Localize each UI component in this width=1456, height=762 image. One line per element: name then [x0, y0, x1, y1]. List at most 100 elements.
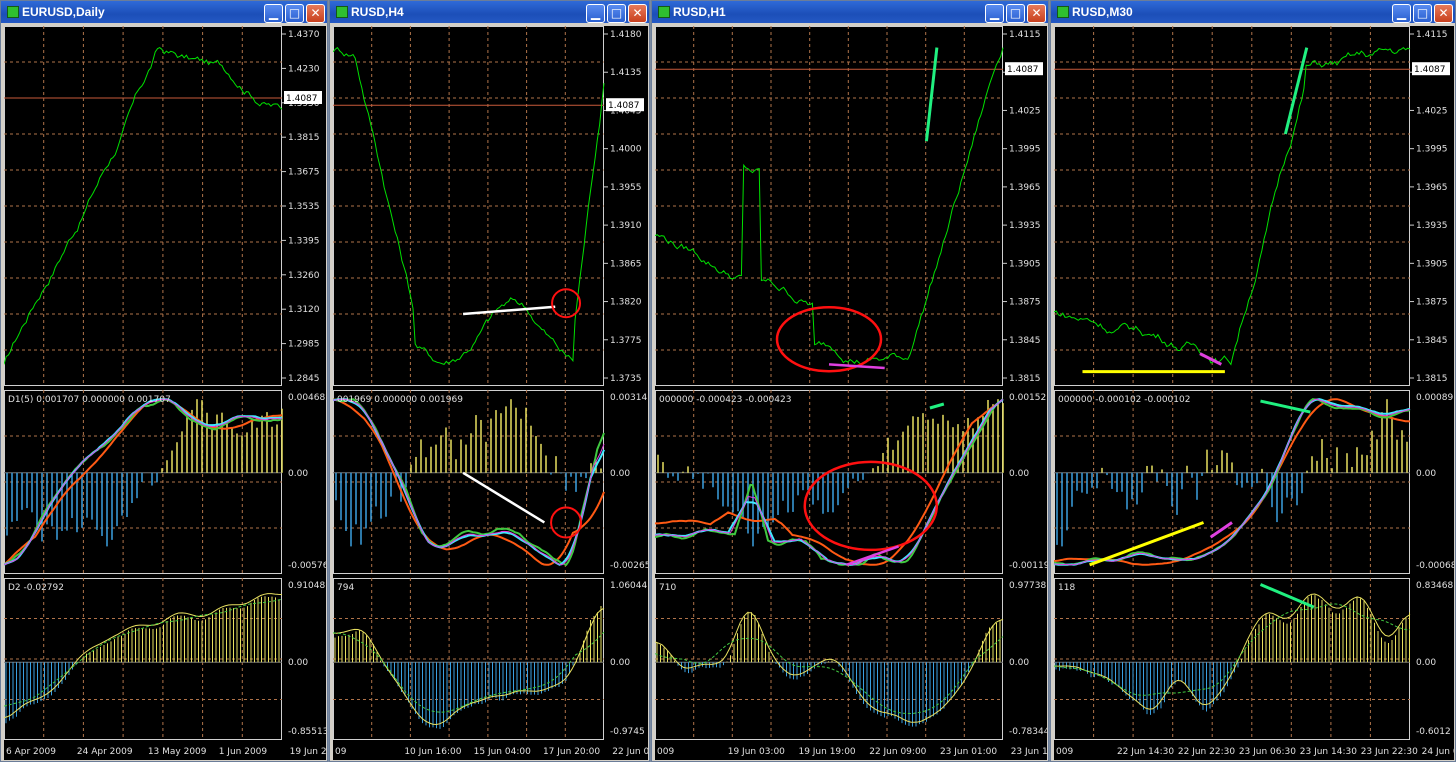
indicator-1-axis-label: 0.00: [1416, 469, 1436, 479]
price-axis-label: 1.3815: [288, 133, 320, 143]
minimize-button[interactable]: ▁: [985, 4, 1004, 23]
price-axis-label: 1.4115: [1009, 30, 1041, 40]
time-axis-label: 19 Jun 19:00: [798, 747, 855, 757]
price-axis-label: 1.3735: [610, 374, 642, 384]
current-price-label: 1.4087: [286, 94, 318, 104]
chart-window-3[interactable]: RUSD,H1▁□✕1.41151.40551.40251.39951.3965…: [651, 0, 1049, 762]
price-axis-label: 1.4230: [288, 64, 320, 74]
price-axis-label: 1.3775: [610, 336, 642, 346]
indicator-1-label: D1(5) 0.001707 0.000000 0.001707: [8, 395, 171, 405]
indicator-2-axis-label: -0.6012: [1416, 727, 1451, 737]
time-axis-label: 22 Jun 14:30: [1117, 747, 1174, 757]
indicator-2-axis-label: -0.9745: [610, 727, 645, 737]
maximize-button[interactable]: □: [285, 4, 304, 23]
indicator-1-axis-label: 0.00: [288, 469, 308, 479]
price-axis-label: 1.3865: [610, 259, 642, 269]
maximize-button[interactable]: □: [1006, 4, 1025, 23]
window-title: EURUSD,Daily: [22, 5, 105, 19]
indicator-2-axis-label: 0.97738: [1009, 581, 1046, 591]
close-button[interactable]: ✕: [1434, 4, 1453, 23]
price-axis-label: 1.3675: [288, 168, 320, 178]
time-axis-label: 23 Jun 06:30: [1239, 747, 1296, 757]
indicator-2-label: 794: [337, 583, 354, 593]
chart-window-4[interactable]: RUSD,M30▁□✕1.41151.40551.40251.39951.396…: [1050, 0, 1456, 762]
window-titlebar[interactable]: RUSD,H1 ▁ □ ✕: [652, 1, 1048, 23]
chart-area[interactable]: 1.41151.40551.40251.39951.39651.39351.39…: [1054, 26, 1454, 760]
price-axis-label: 1.3935: [1416, 221, 1448, 231]
time-axis-label: 23 Jun 17:00: [1011, 747, 1047, 757]
chart-background: [4, 26, 326, 760]
price-axis-label: 1.3535: [288, 202, 320, 212]
time-axis-label: 17 Jun 20:00: [543, 747, 600, 757]
current-price-label: 1.4087: [608, 101, 640, 111]
window-controls: ▁ □ ✕: [262, 2, 325, 23]
time-axis-label: 23 Jun 14:30: [1300, 747, 1357, 757]
price-axis-label: 1.2845: [288, 374, 320, 384]
price-axis-label: 1.3995: [1416, 145, 1448, 155]
price-axis-label: 1.2985: [288, 340, 320, 350]
window-title: RUSD,H4: [351, 5, 404, 19]
minimize-button[interactable]: ▁: [264, 4, 283, 23]
indicator-1-axis-label: 0.00: [1009, 469, 1029, 479]
indicator-2-axis-label: 1.06044: [610, 581, 647, 591]
current-price-label: 1.4087: [1007, 65, 1039, 75]
close-button[interactable]: ✕: [628, 4, 647, 23]
window-controls: ▁ □ ✕: [584, 2, 647, 23]
indicator-2-axis-label: 0.00: [1009, 658, 1029, 668]
chart-window-icon: [1057, 6, 1069, 18]
maximize-button[interactable]: □: [607, 4, 626, 23]
time-axis-label: 009: [657, 747, 674, 757]
price-axis-label: 1.3815: [1009, 374, 1041, 384]
window-titlebar[interactable]: EURUSD,Daily ▁ □ ✕: [1, 1, 327, 23]
indicator-2-label: D2 -0.02792: [8, 583, 64, 593]
price-axis-label: 1.3965: [1416, 183, 1448, 193]
window-controls: ▁ □ ✕: [983, 2, 1046, 23]
chart-area[interactable]: 1.41801.41351.40451.40001.39551.39101.38…: [333, 26, 648, 760]
price-axis-label: 1.3995: [1009, 145, 1041, 155]
price-axis-label: 1.4025: [1009, 106, 1041, 116]
indicator-1-axis-label: 0.00314: [610, 393, 647, 403]
indicator-2-axis-label: 0.83468: [1416, 581, 1453, 591]
minimize-button[interactable]: ▁: [1392, 4, 1411, 23]
indicator-1-label: 000000 -0.000423 -0.000423: [659, 395, 791, 405]
time-axis-label: 13 May 2009: [148, 747, 207, 757]
close-button[interactable]: ✕: [306, 4, 325, 23]
chart-window-2[interactable]: RUSD,H4 ▁ □ ✕ 1.4180 1.4135 1.4045 1.4000 1.3955…: [329, 0, 650, 762]
chart-window-1[interactable]: EURUSD,Daily▁□✕1.43701.42301.39501.38151…: [0, 0, 328, 762]
price-axis-label: 1.3260: [288, 271, 320, 281]
price-axis-label: 1.3955: [610, 183, 642, 193]
indicator-1-axis-label: -0.00068: [1416, 561, 1454, 571]
price-axis-label: 1.3935: [1009, 221, 1041, 231]
price-axis-label: 1.3815: [1416, 374, 1448, 384]
indicator-1-axis-label: -0.00576: [288, 561, 326, 571]
indicator-2-axis-label: 0.91048: [288, 581, 325, 591]
time-axis-label: 24 Jun 06:30: [1422, 747, 1454, 757]
indicator-2-axis-label: 0.00: [610, 658, 630, 668]
indicator-1-axis-label: 0.00468: [288, 393, 325, 403]
close-button[interactable]: ✕: [1027, 4, 1046, 23]
indicator-1-axis-label: 0.00152: [1009, 393, 1046, 403]
price-axis-label: 1.3905: [1009, 259, 1041, 269]
maximize-button[interactable]: □: [1413, 4, 1432, 23]
price-axis-label: 1.3910: [610, 221, 642, 231]
price-axis-label: 1.4000: [610, 145, 642, 155]
window-titlebar[interactable]: RUSD,M30 ▁ □ ✕: [1051, 1, 1455, 23]
chart-area[interactable]: 1.41151.40551.40251.39951.39651.39351.39…: [655, 26, 1047, 760]
indicator-1-axis-label: -0.00265: [610, 561, 648, 571]
chart-window-icon: [336, 6, 348, 18]
time-axis-label: 6 Apr 2009: [6, 747, 56, 757]
minimize-button[interactable]: ▁: [586, 4, 605, 23]
window-title: RUSD,H1: [673, 5, 726, 19]
indicator-1-label: 000000 -0.000102 -0.000102: [1058, 395, 1190, 405]
window-titlebar[interactable]: RUSD,H4 ▁ □ ✕: [330, 1, 649, 23]
price-axis-label: 1.3820: [610, 298, 642, 308]
time-axis-label: 10 Jun 16:00: [404, 747, 461, 757]
price-axis-label: 1.3395: [288, 236, 320, 246]
time-axis-label: 009: [1056, 747, 1073, 757]
chart-area[interactable]: 1.43701.42301.39501.38151.36751.35351.33…: [4, 26, 326, 760]
price-axis-label: 1.4135: [610, 68, 642, 78]
price-axis-label: 1.4025: [1416, 106, 1448, 116]
time-axis-label: 22 Jun 08:00: [612, 747, 648, 757]
time-axis-label: 19 Jun 2009: [290, 747, 326, 757]
indicator-2-axis-label: -0.78344: [1009, 727, 1047, 737]
